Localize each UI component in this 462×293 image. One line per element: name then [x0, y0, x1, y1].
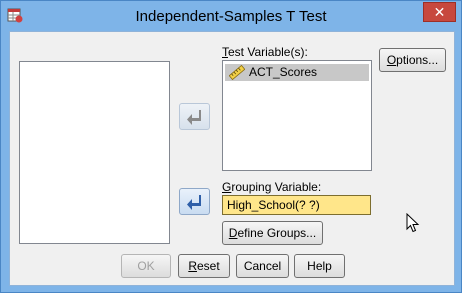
ruler-scale-icon	[229, 65, 245, 80]
dialog-body: Test Variable(s): ACT_Scores Grouping Va…	[9, 31, 455, 286]
close-button[interactable]: ✕	[423, 2, 456, 22]
move-to-test-button[interactable]	[179, 103, 210, 130]
window-title: Independent-Samples T Test	[135, 8, 327, 25]
dialog-window: Independent-Samples T Test ✕ Test Variab…	[0, 0, 462, 293]
source-variable-list[interactable]	[19, 61, 170, 244]
mouse-cursor-icon	[406, 213, 420, 233]
curved-arrow-left-icon	[187, 110, 201, 125]
title-bar[interactable]: Independent-Samples T Test ✕	[1, 1, 461, 31]
test-variables-label: Test Variable(s):	[222, 45, 308, 59]
reset-button[interactable]: Reset	[178, 254, 230, 278]
curved-arrow-left-icon	[187, 195, 201, 210]
test-variables-list[interactable]: ACT_Scores	[222, 60, 372, 171]
move-to-grouping-button[interactable]	[179, 188, 210, 215]
help-button[interactable]: Help	[294, 254, 345, 278]
ok-button[interactable]: OK	[121, 254, 171, 278]
cancel-button[interactable]: Cancel	[236, 254, 289, 278]
grouping-variable-field[interactable]: High_School(? ?)	[222, 195, 371, 215]
grouping-variable-label: Grouping Variable:	[222, 180, 322, 194]
options-button[interactable]: Options...	[379, 48, 446, 72]
list-item[interactable]: ACT_Scores	[225, 64, 369, 81]
variable-name: ACT_Scores	[249, 65, 318, 79]
define-groups-button[interactable]: Define Groups...	[222, 221, 323, 245]
